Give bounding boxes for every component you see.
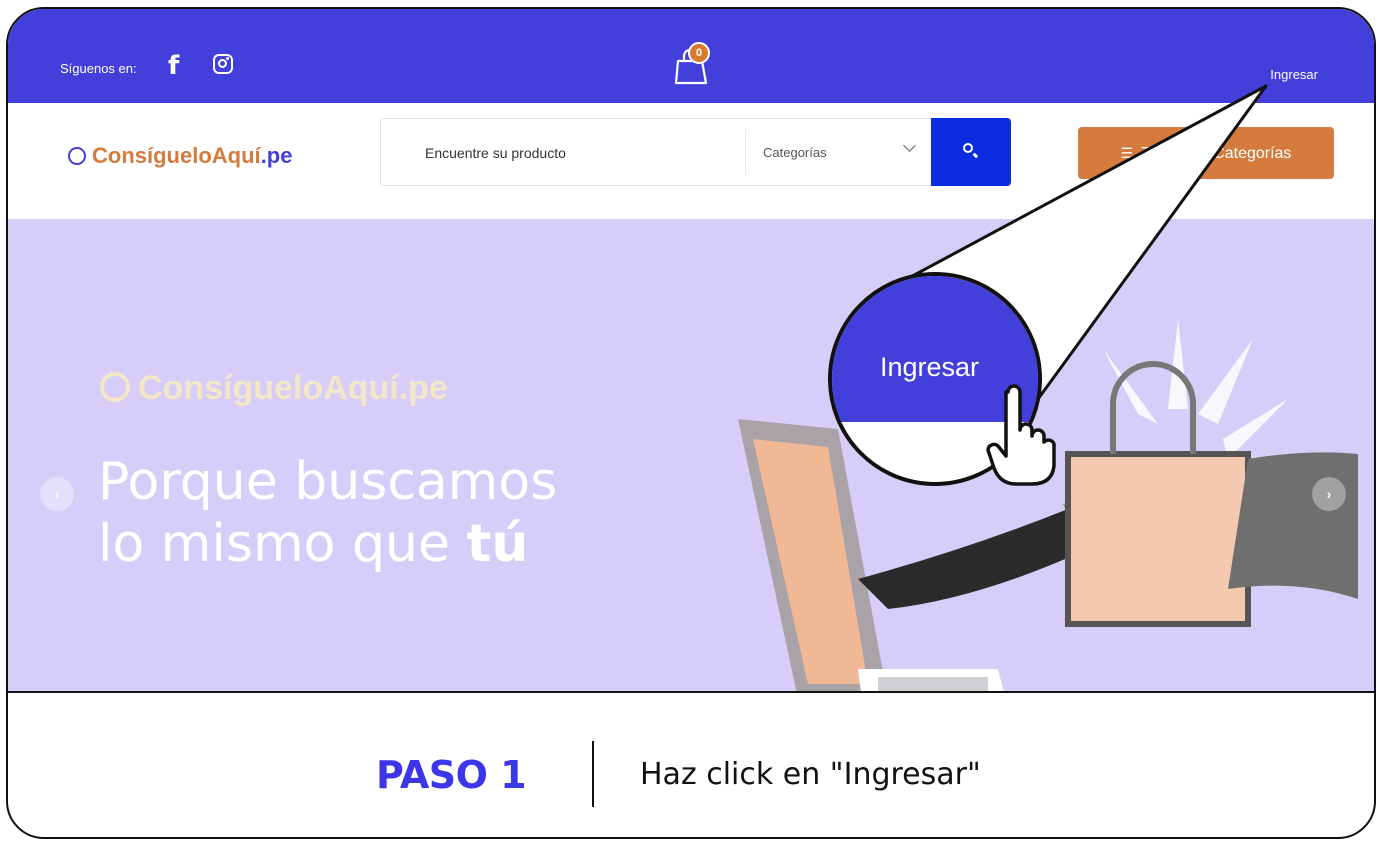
step-instruction: Haz click en "Ingresar" xyxy=(640,757,981,792)
location-pin-icon xyxy=(68,147,86,165)
tagline-line-1: Porque buscamos xyxy=(98,452,558,512)
list-icon: ☰ xyxy=(1120,145,1134,161)
tagline-line-2: lo mismo que tú xyxy=(98,513,557,575)
login-link[interactable]: Ingresar xyxy=(1270,67,1318,82)
search-divider xyxy=(745,129,746,175)
hero-banner: ConsígueloAquí.pe Porque buscamos lo mis… xyxy=(8,219,1374,691)
search-bar: Categorías xyxy=(380,118,1011,186)
chevron-down-icon[interactable] xyxy=(903,139,916,152)
all-categories-label: Todas las Categorías xyxy=(1141,145,1292,162)
site-logo[interactable]: ConsígueloAquí.pe xyxy=(68,143,292,169)
magnified-login-label: Ingresar xyxy=(880,352,980,382)
logo-domain: .pe xyxy=(260,143,293,168)
tutorial-frame: Síguenos en: f 0 Ingresar ConsígueloAquí… xyxy=(6,7,1376,839)
step-divider xyxy=(592,741,594,807)
step-separator-line xyxy=(8,691,1374,693)
carousel-next-arrow[interactable]: › xyxy=(1312,477,1346,511)
all-categories-button[interactable]: ☰ Todas las Categorías xyxy=(1078,127,1334,179)
hero-tagline: Porque buscamos lo mismo que tú xyxy=(98,451,557,575)
top-bar: Síguenos en: f 0 Ingresar xyxy=(8,9,1374,103)
instagram-icon[interactable] xyxy=(213,54,233,74)
category-select[interactable]: Categorías xyxy=(763,145,827,160)
logo-text: ConsígueloAquí xyxy=(92,143,261,168)
tagline-line-2-text: lo mismo que xyxy=(98,514,467,574)
step-number: PASO 1 xyxy=(376,753,527,797)
facebook-icon[interactable]: f xyxy=(168,53,179,79)
search-input[interactable] xyxy=(425,145,725,161)
follow-label: Síguenos en: xyxy=(60,61,137,76)
hero-logo-text: ConsígueloAquí.pe xyxy=(138,369,448,407)
search-button[interactable] xyxy=(931,118,1011,186)
hero-logo: ConsígueloAquí.pe xyxy=(100,369,448,408)
cart-count-badge: 0 xyxy=(688,42,710,64)
header: ConsígueloAquí.pe Categorías ☰ Todas las … xyxy=(8,103,1374,219)
search-icon xyxy=(963,143,973,153)
carousel-prev-arrow[interactable]: ‹ xyxy=(40,477,74,511)
tagline-emphasis: tú xyxy=(466,514,529,574)
location-pin-icon xyxy=(100,372,130,402)
pointer-hand-icon xyxy=(986,384,1056,486)
